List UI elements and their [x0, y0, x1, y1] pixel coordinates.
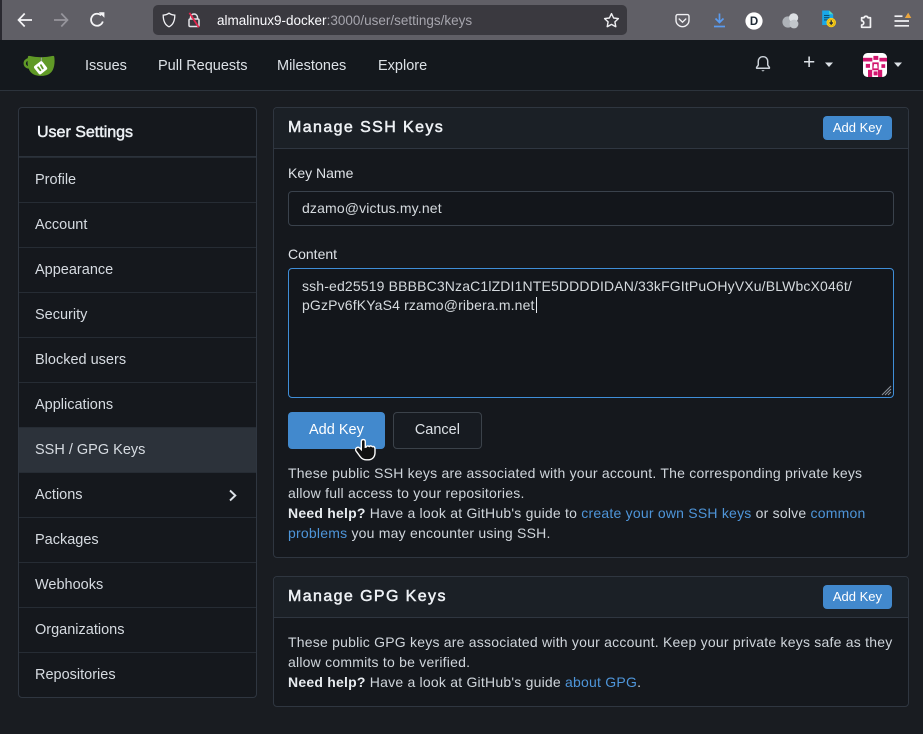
svg-text:D: D — [750, 16, 758, 28]
